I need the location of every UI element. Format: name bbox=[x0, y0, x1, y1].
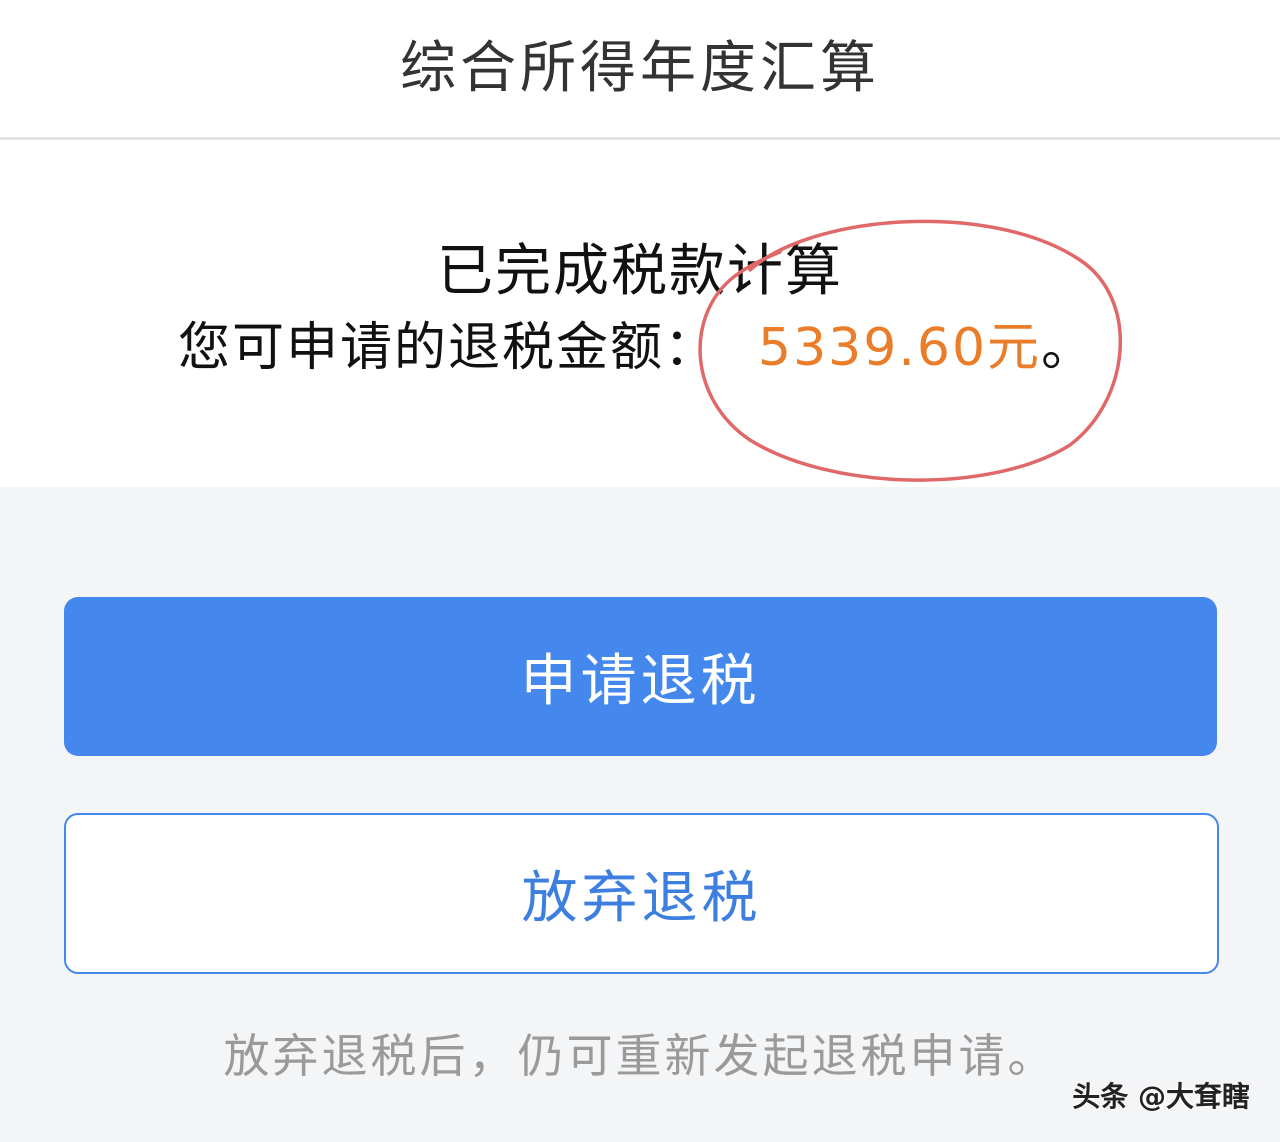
refund-amount-value: 5339.60元 bbox=[758, 318, 1042, 378]
calculation-status-text: 已完成税款计算 bbox=[437, 239, 843, 304]
apply-refund-button[interactable]: 申请退税 bbox=[64, 597, 1217, 756]
refund-amount-line: 您可申请的退税金额： 5339.60元。 bbox=[178, 316, 1095, 380]
app-header: 综合所得年度汇算 bbox=[0, 0, 1280, 140]
refund-amount-period: 。 bbox=[1041, 318, 1096, 378]
page-title: 综合所得年度汇算 bbox=[400, 36, 880, 101]
abandon-refund-button[interactable]: 放弃退税 bbox=[64, 813, 1219, 974]
refund-result-card: 已完成税款计算 您可申请的退税金额： 5339.60元。 bbox=[0, 140, 1280, 487]
abandon-refund-button-label: 放弃退税 bbox=[521, 866, 762, 931]
watermark: 头条 @大耷瞎 bbox=[1072, 1080, 1250, 1113]
refund-amount-label: 您可申请的退税金额： bbox=[178, 318, 719, 378]
apply-refund-button-label: 申请退税 bbox=[520, 649, 761, 714]
